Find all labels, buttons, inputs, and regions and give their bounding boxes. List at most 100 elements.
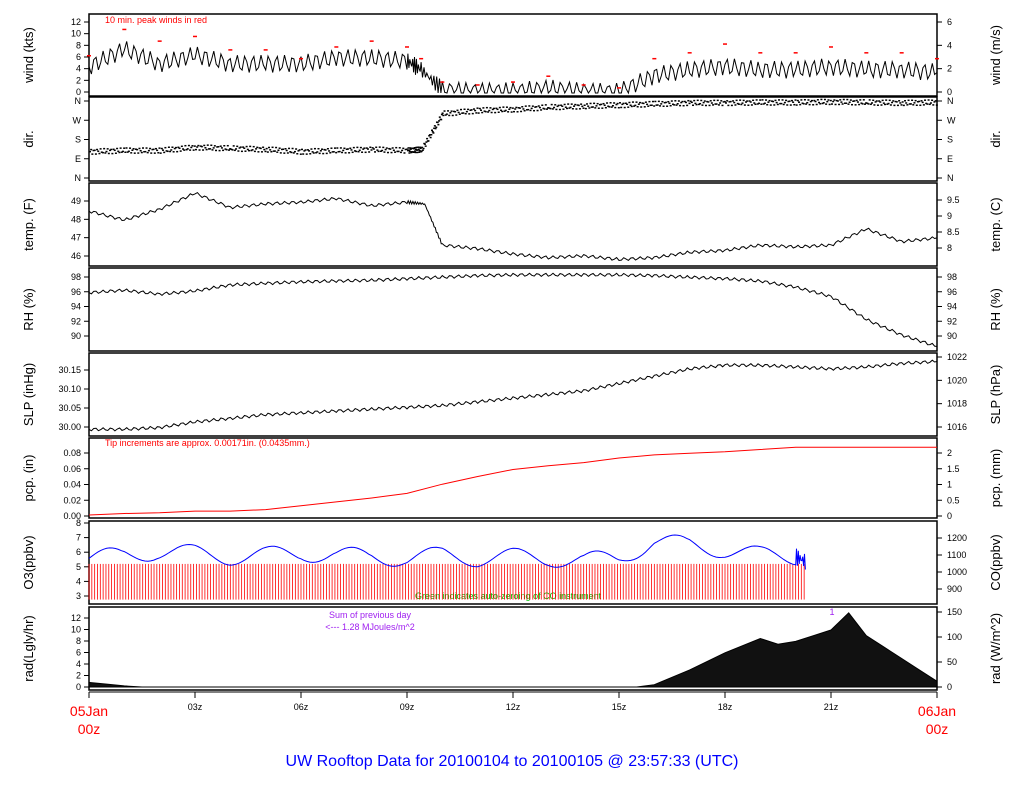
- dir-point: [442, 114, 445, 117]
- dir-point: [292, 152, 295, 154]
- y-axis-label: pcp. (in): [21, 455, 36, 502]
- dir-point: [435, 126, 438, 129]
- dir-point: [107, 152, 110, 155]
- dir-point: [730, 104, 733, 107]
- dir-point: [231, 149, 234, 151]
- dir-point: [759, 99, 762, 101]
- dir-point: [789, 104, 792, 106]
- dir-point: [931, 99, 934, 102]
- dir-point: [266, 151, 269, 153]
- dir-point: [871, 102, 874, 104]
- dir-point: [909, 103, 912, 105]
- y-right-tick-label: 92: [947, 316, 957, 326]
- dir-point: [622, 102, 625, 105]
- dir-point: [313, 147, 316, 150]
- dir-point: [418, 151, 421, 153]
- y-right-tick-label: N: [947, 96, 954, 106]
- dir-point: [299, 153, 302, 155]
- dir-point: [915, 104, 918, 106]
- dir-point: [125, 147, 128, 149]
- peak-wind-mark: [369, 40, 374, 42]
- y-right-tick-label: 98: [947, 272, 957, 282]
- dir-point: [470, 109, 473, 111]
- dir-point: [422, 147, 425, 150]
- dir-point: [158, 147, 161, 149]
- dir-point: [902, 104, 905, 107]
- dir-point: [166, 150, 169, 153]
- dir-point: [537, 105, 540, 107]
- dir-point: [926, 103, 929, 105]
- dir-point: [130, 152, 133, 154]
- dir-point: [536, 109, 539, 112]
- dir-point: [892, 100, 895, 102]
- dir-point: [911, 99, 914, 102]
- dir-point: [920, 100, 923, 102]
- dir-point: [686, 104, 689, 107]
- dir-point: [518, 107, 521, 109]
- dir-point: [786, 104, 789, 106]
- y-right-axis-label: RH (%): [988, 288, 1003, 331]
- dir-point: [269, 149, 272, 151]
- dir-point: [778, 99, 780, 101]
- dir-point: [227, 149, 230, 151]
- dir-point: [727, 104, 730, 107]
- dir-point: [792, 101, 795, 103]
- dir-point: [747, 104, 750, 106]
- dir-point: [651, 100, 654, 103]
- dir-point: [434, 127, 437, 130]
- dir-point: [666, 105, 669, 107]
- dir-point: [597, 107, 600, 109]
- dir-point: [713, 99, 716, 102]
- y-right-tick-label: 100: [947, 632, 962, 642]
- dir-point: [554, 104, 557, 106]
- dir-point: [825, 103, 828, 105]
- dir-point: [341, 151, 344, 154]
- dir-point: [896, 104, 899, 107]
- dir-point: [769, 104, 772, 106]
- dir-point: [113, 149, 116, 152]
- dir-point: [918, 100, 921, 103]
- y-right-axis-label: dir.: [988, 130, 1003, 147]
- dir-point: [222, 149, 225, 152]
- dir-point: [726, 100, 729, 102]
- dir-point: [521, 106, 524, 108]
- dir-point: [509, 106, 512, 109]
- dir-point: [184, 144, 187, 147]
- dir-point: [631, 101, 634, 103]
- dir-point: [494, 111, 497, 114]
- dir-point: [339, 147, 342, 149]
- dir-point: [644, 101, 647, 103]
- peak-wind-mark: [263, 49, 268, 51]
- dir-point: [575, 108, 578, 110]
- dir-point: [488, 109, 491, 112]
- dir-point: [408, 150, 411, 153]
- dir-point: [414, 151, 417, 154]
- peak-wind-mark: [723, 43, 727, 45]
- dir-point: [673, 104, 676, 106]
- dir-point: [558, 108, 561, 111]
- dir-point: [594, 107, 597, 109]
- dir-point: [397, 150, 400, 153]
- dir-point: [765, 99, 768, 101]
- dir-point: [586, 103, 589, 105]
- y-tick-label: N: [75, 173, 82, 183]
- dir-point: [642, 102, 645, 105]
- dir-point: [152, 148, 155, 151]
- dir-point: [90, 148, 93, 151]
- dir-point: [468, 113, 471, 115]
- dir-point: [268, 146, 271, 149]
- dir-point: [761, 99, 764, 101]
- dir-point: [407, 147, 410, 149]
- dir-point: [836, 100, 839, 102]
- y-right-tick-label: 2: [947, 64, 952, 74]
- dir-point: [872, 99, 875, 102]
- dir-point: [356, 146, 359, 149]
- dir-point: [336, 147, 339, 149]
- dir-point: [160, 147, 163, 150]
- dir-point: [408, 152, 411, 154]
- panel-pcp: 0.000.020.040.060.0800.511.52pcp. (in) pc…: [21, 437, 1003, 521]
- dir-point: [429, 136, 432, 139]
- dir-point: [183, 149, 186, 151]
- dir-point: [480, 109, 483, 111]
- dir-point: [656, 104, 659, 106]
